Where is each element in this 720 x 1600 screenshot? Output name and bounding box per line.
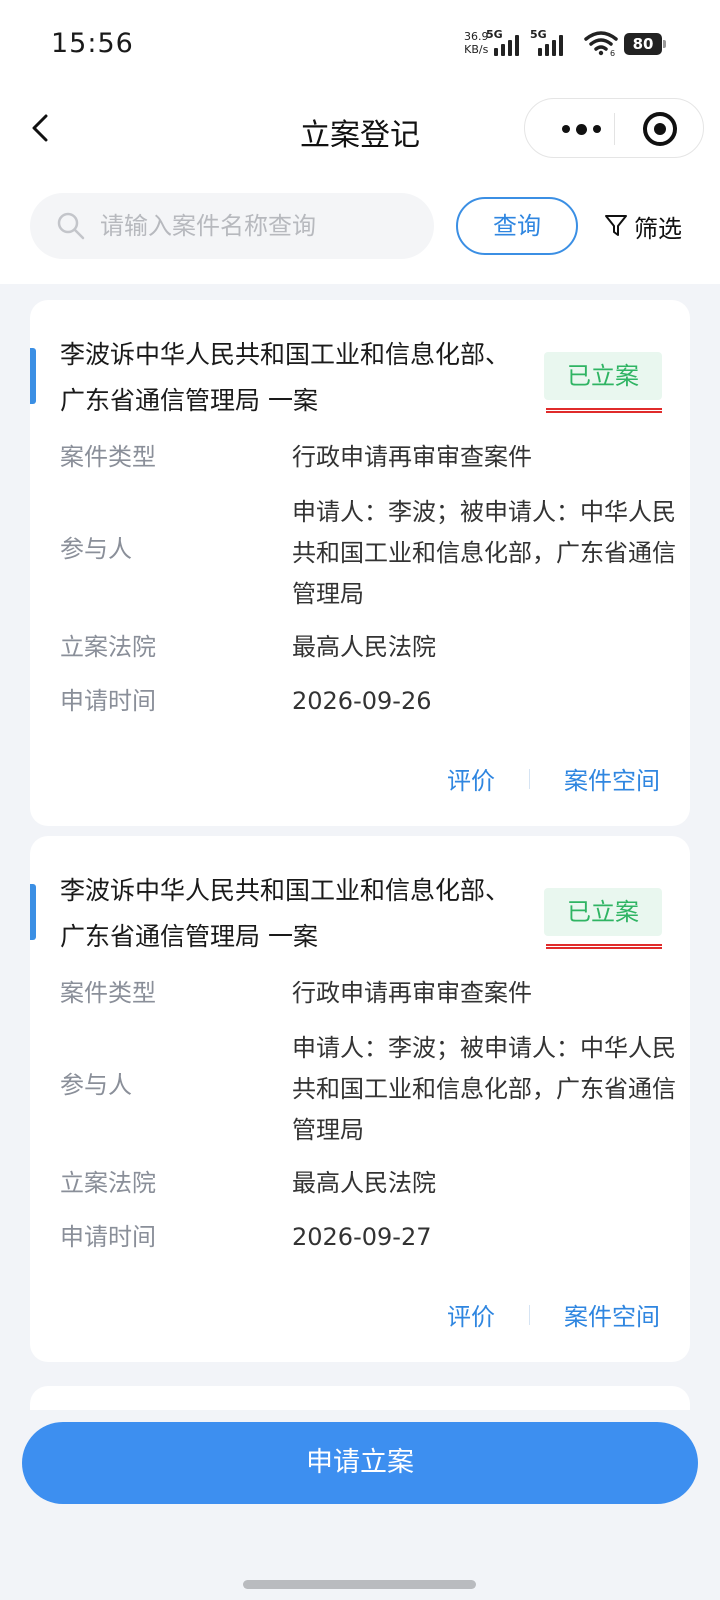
home-indicator[interactable] xyxy=(243,1580,476,1589)
card-actions: 评价 案件空间 xyxy=(447,1297,660,1332)
more-button[interactable] xyxy=(553,117,609,141)
bottom-bar: 申请立案 xyxy=(0,1410,720,1600)
card-accent-bar xyxy=(30,884,36,940)
nav-header: 立案登记 xyxy=(0,88,720,180)
status-badge: 已立案 xyxy=(544,352,662,400)
case-list[interactable]: 李波诉中华人民共和国工业和信息化部、广东省通信管理局 一案 已立案 案件类型 行… xyxy=(0,284,720,1420)
wifi-icon: 6 xyxy=(584,30,618,60)
case-space-link[interactable]: 案件空间 xyxy=(564,1297,660,1332)
network-speed: 36.9 KB/s xyxy=(464,30,489,56)
case-card[interactable]: 李波诉中华人民共和国工业和信息化部、广东省通信管理局 一案 已立案 案件类型 行… xyxy=(30,836,690,1362)
action-divider xyxy=(529,1304,530,1325)
filter-label: 筛选 xyxy=(634,214,682,243)
status-badge: 已立案 xyxy=(544,888,662,936)
action-divider xyxy=(529,768,530,789)
card-actions: 评价 案件空间 xyxy=(447,761,660,796)
battery-icon: 80 xyxy=(624,33,666,55)
case-title: 李波诉中华人民共和国工业和信息化部、广东省通信管理局 一案 xyxy=(60,340,511,415)
miniprogram-capsule xyxy=(524,98,704,158)
case-card[interactable]: 李波诉中华人民共和国工业和信息化部、广东省通信管理局 一案 已立案 案件类型 行… xyxy=(30,300,690,826)
svg-text:6: 6 xyxy=(610,49,615,56)
clock: 15:56 xyxy=(51,28,134,59)
search-box xyxy=(30,193,434,259)
case-space-link[interactable]: 案件空间 xyxy=(564,761,660,796)
query-button[interactable]: 查询 xyxy=(456,197,578,255)
capsule-divider xyxy=(614,113,615,145)
status-underline xyxy=(546,408,662,413)
filter-button[interactable]: 筛选 xyxy=(604,206,682,246)
apply-filing-button[interactable]: 申请立案 xyxy=(22,1422,698,1504)
filter-icon xyxy=(605,215,627,236)
case-title: 李波诉中华人民共和国工业和信息化部、广东省通信管理局 一案 xyxy=(60,876,511,951)
rate-link[interactable]: 评价 xyxy=(447,761,495,796)
search-icon xyxy=(57,212,85,240)
close-miniprogram-button[interactable] xyxy=(643,112,677,146)
card-accent-bar xyxy=(30,348,36,404)
search-row: 查询 筛选 xyxy=(0,180,720,284)
search-input[interactable] xyxy=(100,193,420,259)
status-underline xyxy=(546,944,662,949)
rate-link[interactable]: 评价 xyxy=(447,1297,495,1332)
status-bar: 15:56 36.9 KB/s 5G 5G 6 80 xyxy=(0,0,720,88)
